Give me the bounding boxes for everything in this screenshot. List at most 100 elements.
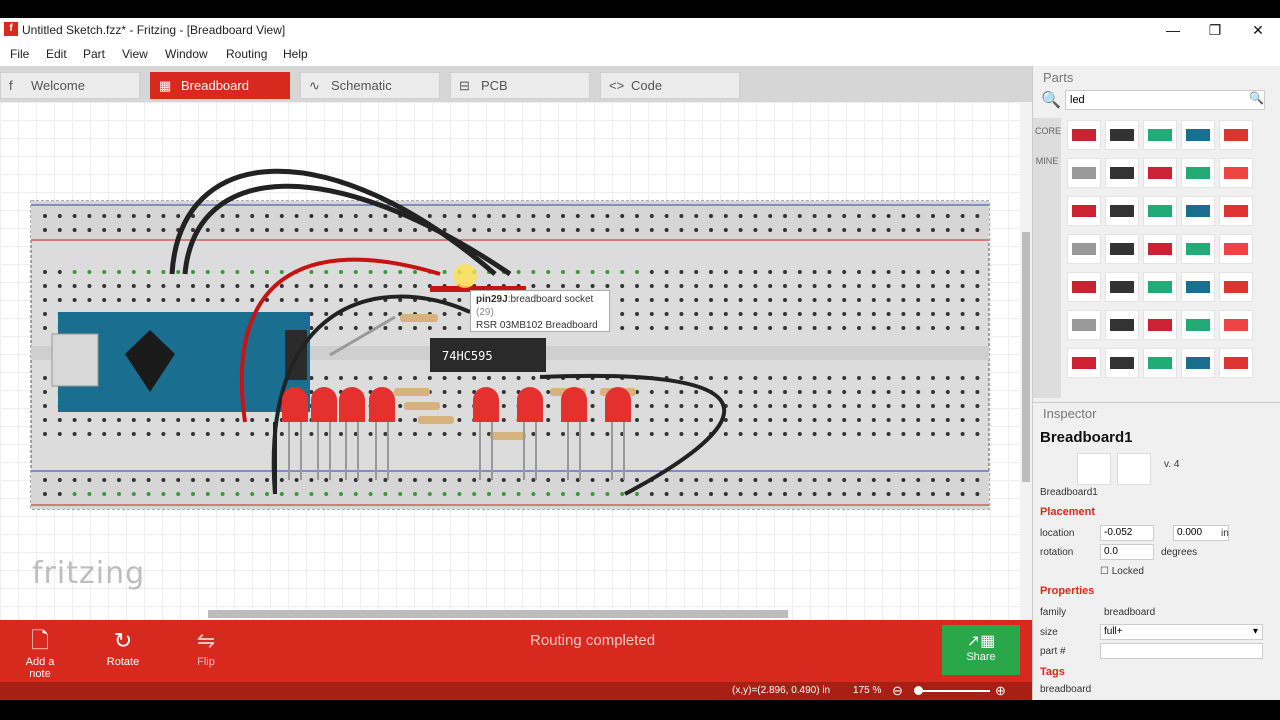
flip-button[interactable]: ⇋ Flip xyxy=(192,626,220,668)
tab-code[interactable]: <> Code xyxy=(600,72,740,99)
part-thumbnail[interactable] xyxy=(1067,158,1101,188)
vertical-scrollbar[interactable] xyxy=(1020,102,1032,620)
menu-file[interactable]: File xyxy=(10,47,29,61)
part-thumbnail[interactable] xyxy=(1105,234,1139,264)
share-button[interactable]: ↗▦ Share xyxy=(942,625,1020,675)
part-thumbnail[interactable] xyxy=(1105,158,1139,188)
bin-mine[interactable]: MINE xyxy=(1035,156,1059,166)
tab-pcb[interactable]: ⊟ PCB xyxy=(450,72,590,99)
part-thumbnail[interactable] xyxy=(1219,272,1253,302)
part-thumbnail[interactable] xyxy=(1105,348,1139,378)
breadboard-hole xyxy=(768,432,773,436)
breadboard-hole xyxy=(916,326,921,330)
breadboard-hole xyxy=(931,418,935,422)
part-thumbnail[interactable] xyxy=(1105,120,1139,150)
part-thumbnail[interactable] xyxy=(1181,158,1215,188)
breadboard-hole xyxy=(383,270,388,274)
share-icon: ↗▦ xyxy=(966,633,996,650)
menu-routing[interactable]: Routing xyxy=(226,47,267,61)
breadboard-hole xyxy=(87,418,92,422)
size-label: size xyxy=(1040,627,1058,638)
part-thumbnail[interactable] xyxy=(1143,310,1177,340)
part-thumbnail[interactable] xyxy=(1181,120,1215,150)
part-thumbnail[interactable] xyxy=(1219,234,1253,264)
menu-view[interactable]: View xyxy=(122,47,148,61)
tab-schematic[interactable]: ∿ Schematic xyxy=(300,72,440,99)
part-thumbnail[interactable] xyxy=(1067,196,1101,226)
zoom-slider-handle[interactable] xyxy=(914,686,923,695)
part-thumbnail[interactable] xyxy=(1219,120,1253,150)
fritzing-app-icon: f xyxy=(4,22,18,36)
breadboard-hole xyxy=(797,270,802,274)
search-go-icon[interactable]: 🔍 xyxy=(1249,91,1264,105)
part-thumbnail[interactable] xyxy=(1067,348,1101,378)
breadboard-hole xyxy=(709,418,713,422)
minimize-button[interactable]: — xyxy=(1158,20,1188,40)
breadboard-hole xyxy=(679,432,684,436)
tab-breadboard[interactable]: ▦ Breadboard xyxy=(150,72,290,99)
breadboard-hole xyxy=(131,418,136,422)
tab-welcome[interactable]: f Welcome xyxy=(0,72,140,99)
bin-core[interactable]: CORE xyxy=(1035,126,1061,136)
zoom-in-icon[interactable]: ⊕ xyxy=(995,683,1006,699)
zoom-out-icon[interactable]: ⊖ xyxy=(892,683,903,699)
breadboard-hole xyxy=(250,214,255,218)
breadboard-hole xyxy=(235,284,240,288)
part-thumbnail[interactable] xyxy=(1181,348,1215,378)
breadboard-hole xyxy=(191,270,195,274)
breadboard-hole xyxy=(960,270,965,274)
zoom-slider-track[interactable] xyxy=(914,690,990,692)
breadboard-hole xyxy=(131,270,136,274)
breadboard-hole xyxy=(87,284,92,288)
breadboard-hole xyxy=(353,228,358,232)
part-thumbnail[interactable] xyxy=(1219,310,1253,340)
part-thumbnail[interactable] xyxy=(1181,272,1215,302)
part-thumbnail[interactable] xyxy=(1143,272,1177,302)
part-thumbnail[interactable] xyxy=(1143,120,1177,150)
breadboard-hole xyxy=(146,270,151,274)
breadboard-canvas[interactable]: 74HC595 pin29J:breadboard socket (29) RS… xyxy=(0,102,1020,620)
part-thumbnail[interactable] xyxy=(1067,272,1101,302)
menu-edit[interactable]: Edit xyxy=(46,47,67,61)
part-number-field[interactable] xyxy=(1100,643,1263,659)
close-button[interactable]: ✕ xyxy=(1243,20,1273,40)
part-thumbnail[interactable] xyxy=(1143,196,1177,226)
part-thumbnail[interactable] xyxy=(1105,310,1139,340)
menu-help[interactable]: Help xyxy=(283,47,308,61)
menu-part[interactable]: Part xyxy=(83,47,105,61)
part-thumbnail[interactable] xyxy=(1105,272,1139,302)
part-thumbnail[interactable] xyxy=(1143,348,1177,378)
menu-window[interactable]: Window xyxy=(165,47,208,61)
part-image xyxy=(1072,129,1096,141)
part-thumbnail[interactable] xyxy=(1181,196,1215,226)
part-thumbnail[interactable] xyxy=(1067,310,1101,340)
part-thumbnail[interactable] xyxy=(1067,234,1101,264)
parts-search-input[interactable]: led xyxy=(1065,90,1265,110)
part-thumbnail[interactable] xyxy=(1219,158,1253,188)
breadboard-hole xyxy=(620,298,625,302)
size-select[interactable]: full+ ▾ xyxy=(1100,624,1263,640)
part-image xyxy=(1148,319,1172,331)
part-thumbnail[interactable] xyxy=(1219,196,1253,226)
breadboard-hole xyxy=(901,214,906,218)
rotate-button[interactable]: ↻ Rotate xyxy=(104,626,142,668)
part-thumbnail[interactable] xyxy=(1143,158,1177,188)
horizontal-scrollbar[interactable] xyxy=(208,610,788,618)
breadboard-hole xyxy=(679,312,684,316)
locked-checkbox[interactable]: ☐ Locked xyxy=(1100,566,1144,577)
location-x-field[interactable]: -0.052 xyxy=(1100,525,1154,541)
part-thumbnail[interactable] xyxy=(1067,120,1101,150)
breadboard-hole xyxy=(442,270,447,274)
part-thumbnail[interactable] xyxy=(1181,310,1215,340)
part-thumbnail[interactable] xyxy=(1219,348,1253,378)
breadboard-hole xyxy=(457,376,462,380)
part-thumbnail[interactable] xyxy=(1143,234,1177,264)
restore-button[interactable]: ❐ xyxy=(1200,20,1230,40)
breadboard-hole xyxy=(220,478,225,482)
rotation-field[interactable]: 0.0 xyxy=(1100,544,1154,560)
resistor xyxy=(404,402,440,410)
breadboard-hole xyxy=(487,492,491,496)
part-thumbnail[interactable] xyxy=(1181,234,1215,264)
part-thumbnail[interactable] xyxy=(1105,196,1139,226)
add-note-button[interactable]: 🗋 Add a note xyxy=(14,626,66,680)
